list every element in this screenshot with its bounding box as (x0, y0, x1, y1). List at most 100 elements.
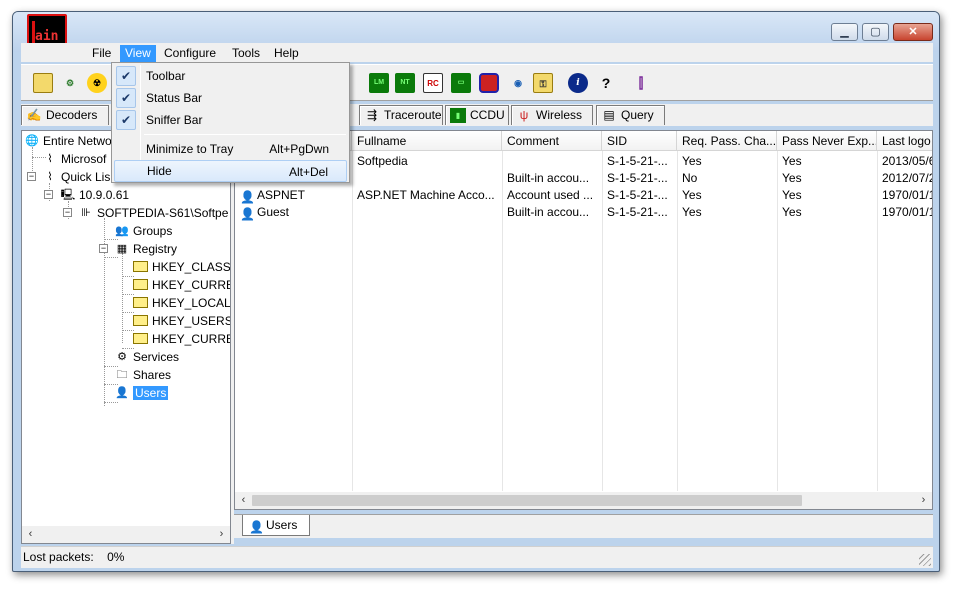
disabled-user-icon: 👤 (240, 207, 255, 221)
menu-item-sniffer-bar[interactable]: ✔ Sniffer Bar (114, 109, 347, 131)
cell-comment: Built-in accou... (507, 171, 590, 185)
scroll-left-icon[interactable]: ‹ (22, 526, 39, 543)
network-link-icon: ⌇ (47, 152, 53, 165)
tree-node-services[interactable]: ⚙ Services (114, 348, 179, 365)
tree-node-hkey-current-user[interactable]: HKEY_CURRENT (133, 276, 230, 293)
open-folder-icon[interactable] (33, 73, 53, 93)
column-header-comment[interactable]: Comment (502, 131, 602, 151)
scroll-left-icon[interactable]: ‹ (235, 492, 252, 509)
cisco-icon[interactable]: ▭ (451, 73, 471, 93)
cell-fullname (352, 170, 502, 187)
menu-file[interactable]: File (87, 45, 116, 62)
collapse-icon[interactable]: − (63, 208, 72, 217)
menu-item-hide[interactable]: Hide Alt+Del (114, 160, 347, 182)
shared-folder-icon: 🗀 (116, 368, 128, 381)
cell-req-pass: Yes (682, 154, 702, 168)
tree-node-label: Registry (133, 241, 178, 256)
traceroute-icon: ⇶ (366, 108, 378, 122)
scroll-right-icon[interactable]: › (915, 492, 932, 509)
tree-node-hkey-classes[interactable]: HKEY_CLASSES_ (133, 258, 231, 275)
column-header-req-pass[interactable]: Req. Pass. Cha... (677, 131, 777, 151)
tree-node-users[interactable]: 👤 Users (114, 384, 169, 401)
resize-grip[interactable] (919, 554, 931, 566)
cell-last-logon: 2012/07/2 (882, 171, 933, 185)
menu-item-status-bar[interactable]: ✔ Status Bar (114, 87, 347, 109)
tab-decoders[interactable]: ✍ Decoders (21, 105, 109, 125)
folder-icon (133, 297, 148, 308)
record-icon[interactable] (479, 73, 499, 93)
tree-node-hkey-users[interactable]: HKEY_USERS (133, 312, 231, 329)
tab-ccdu[interactable]: ▮ CCDU (445, 105, 509, 125)
tree-node-host[interactable]: 🖳 10.9.0.61 (60, 186, 129, 203)
tree-horizontal-scrollbar[interactable]: ‹ › (22, 526, 230, 543)
menu-item-label: Minimize to Tray (146, 142, 234, 156)
menu-item-minimize-to-tray[interactable]: Minimize to Tray Alt+PgDwn (114, 138, 347, 160)
tree-node-label: HKEY_CURRENT (152, 331, 230, 346)
tab-traceroute[interactable]: ⇶ Traceroute (359, 105, 443, 125)
maximize-button[interactable]: ▢ (862, 23, 889, 41)
cell-fullname: Softpedia (357, 154, 408, 168)
tree-node-shares[interactable]: 🗀 Shares (114, 366, 172, 383)
info-icon[interactable]: i (568, 73, 588, 93)
network-globe-icon[interactable]: ◉ (508, 73, 528, 93)
tree-node-label: Quick Lis (61, 169, 111, 184)
tree-node-quick-list[interactable]: ⌇ Quick Lis (42, 168, 110, 185)
key-icon[interactable]: ⚿ (533, 73, 553, 93)
column-header-sid[interactable]: SID (602, 131, 677, 151)
tree-node-label: HKEY_CLASSES_ (152, 259, 231, 274)
collapse-icon[interactable]: − (99, 244, 108, 253)
wireless-icon: ψ (519, 108, 529, 122)
lost-packets-value: 0% (107, 550, 125, 564)
cell-comment (502, 153, 602, 170)
tree-node-label: HKEY_USERS (152, 313, 231, 328)
cell-last-logon: 1970/01/1 (882, 188, 933, 202)
column-header-last-logon[interactable]: Last logo (877, 131, 932, 151)
close-button[interactable]: ✕ (893, 23, 933, 41)
tab-users[interactable]: 👤 Users (242, 515, 310, 536)
menu-item-toolbar[interactable]: ✔ Toolbar (114, 65, 347, 87)
ntlm-hash-icon[interactable]: NT (395, 73, 415, 93)
logo-text: ain (35, 29, 59, 44)
cell-name: 👤 Guest (235, 204, 352, 221)
tab-query[interactable]: ▤ Query (596, 105, 665, 125)
globe-icon: 🌐 (25, 134, 39, 147)
cell-pass-never-expires: Yes (782, 205, 802, 219)
menu-tools[interactable]: Tools (227, 45, 265, 62)
column-header-fullname[interactable]: Fullname (352, 131, 502, 151)
tree-node-domain[interactable]: ⊪ SOFTPEDIA-S61\Softpe (78, 204, 228, 221)
tree-node-hkey-local-machine[interactable]: HKEY_LOCAL_M (133, 294, 230, 311)
tab-label: Query (621, 108, 654, 122)
cain-tool-icon[interactable]: ⫿ (631, 73, 651, 93)
radiation-icon[interactable]: ☢ (87, 73, 107, 93)
menu-item-label: Toolbar (146, 69, 186, 83)
tree-node-registry[interactable]: ▦ Registry (114, 240, 177, 257)
table-horizontal-scrollbar[interactable]: ‹ › (235, 492, 932, 509)
scroll-right-icon[interactable]: › (213, 526, 230, 543)
tree-node-label: Entire Netwo (43, 133, 112, 148)
cell-req-pass: Yes (682, 188, 702, 202)
menu-help[interactable]: Help (269, 45, 304, 62)
user-icon: 👤 (240, 190, 255, 204)
cell-fullname (352, 204, 502, 221)
column-header-pass-never-expires[interactable]: Pass Never Exp... (777, 131, 877, 151)
cell-comment: Account used ... (507, 188, 594, 202)
menu-view[interactable]: View (120, 45, 156, 62)
scroll-thumb[interactable] (252, 495, 802, 506)
rc-icon[interactable]: RC (423, 73, 443, 93)
folder-icon (133, 279, 148, 290)
tree-node-hkey-current-config[interactable]: HKEY_CURRENT (133, 330, 230, 347)
folder-icon (133, 333, 148, 344)
tab-wireless[interactable]: ψ Wireless (511, 105, 593, 125)
collapse-icon[interactable]: − (27, 172, 36, 181)
menu-configure[interactable]: Configure (159, 45, 221, 62)
menu-item-label: Hide (147, 164, 172, 178)
lm-hash-icon[interactable]: LM (369, 73, 389, 93)
tree-node-groups[interactable]: 👥 Groups (114, 222, 172, 239)
minimize-button[interactable]: ▁ (831, 23, 858, 41)
network-adapter-icon[interactable]: ⚙ (60, 73, 80, 93)
collapse-icon[interactable]: − (44, 190, 53, 199)
tree-node-microsoft[interactable]: ⌇ Microsof (42, 150, 106, 167)
users-table: Fullname Comment SID Req. Pass. Cha... P… (234, 130, 933, 510)
tree-node-entire-network[interactable]: 🌐 Entire Netwo (24, 132, 112, 149)
help-icon[interactable]: ? (596, 73, 616, 93)
